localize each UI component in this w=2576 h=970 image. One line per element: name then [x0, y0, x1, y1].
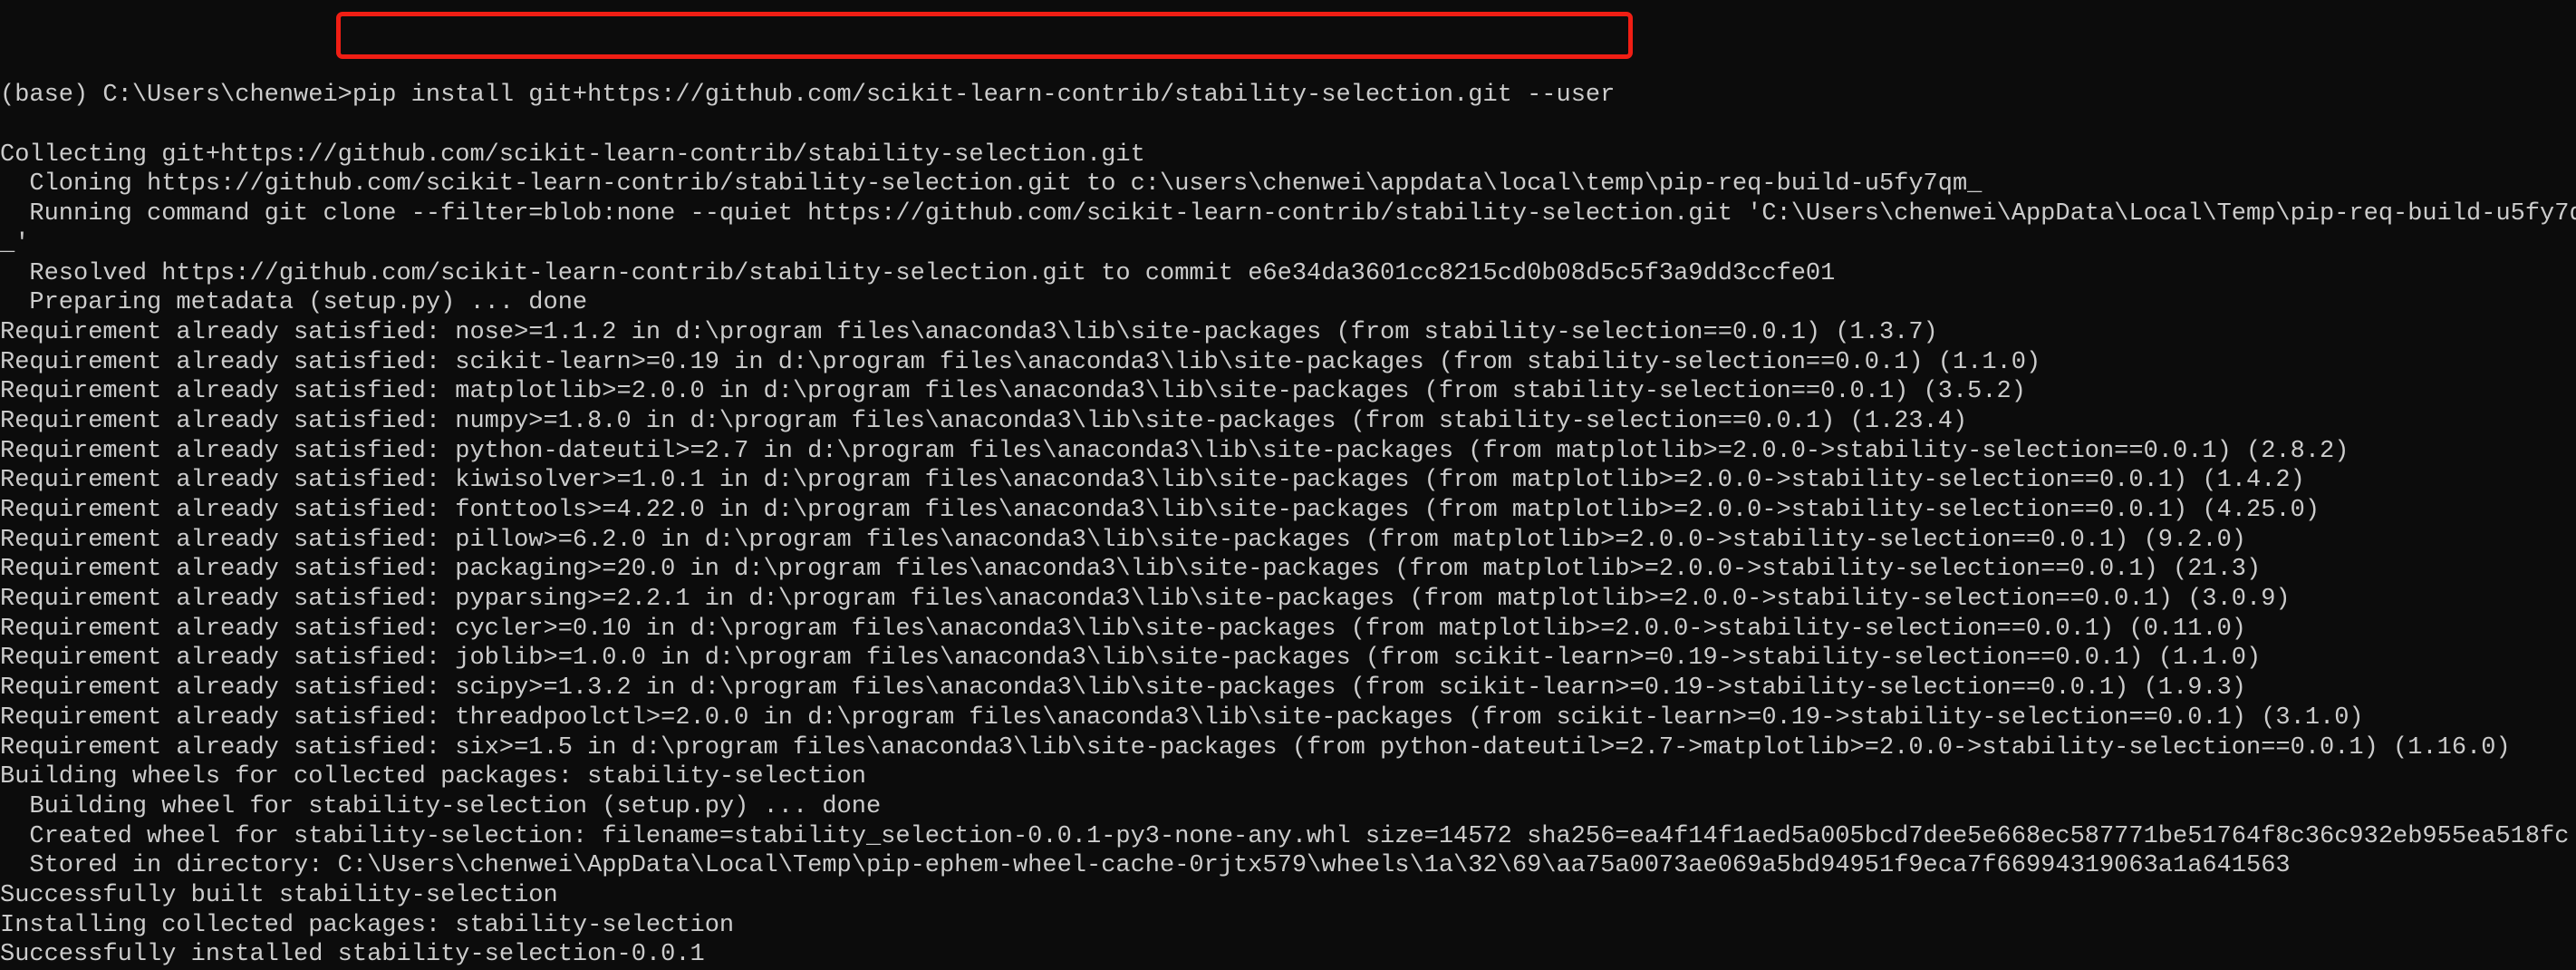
output-line: Requirement already satisfied: threadpoo…: [0, 703, 2364, 732]
output-line: Successfully installed stability-selecti…: [0, 941, 705, 969]
output-line: Stored in directory: C:\Users\chenwei\Ap…: [0, 852, 2291, 880]
output-line: Requirement already satisfied: matplotli…: [0, 378, 2026, 406]
command-text: pip install git+https://github.com/sciki…: [352, 82, 1616, 110]
output-line: Requirement already satisfied: joblib>=1…: [0, 645, 2262, 673]
output-line: Requirement already satisfied: six>=1.5 …: [0, 733, 2511, 761]
output-line: Requirement already satisfied: pyparsing…: [0, 586, 2291, 614]
output-line: Running command git clone --filter=blob:…: [0, 200, 2576, 228]
prompt-path: (base) C:\Users\chenwei>: [0, 82, 352, 110]
output-line: Building wheel for stability-selection (…: [0, 792, 882, 820]
output-line: Requirement already satisfied: kiwisolve…: [0, 467, 2305, 495]
output-line: Requirement already satisfied: nose>=1.1…: [0, 318, 1938, 346]
output-line: Requirement already satisfied: fonttools…: [0, 497, 2320, 525]
output-line: Created wheel for stability-selection: f…: [0, 822, 2570, 850]
prompt-line: (base) C:\Users\chenwei>pip install git+…: [0, 81, 2576, 111]
output-line: Requirement already satisfied: python-da…: [0, 437, 2349, 465]
output-line: Installing collected packages: stability…: [0, 911, 735, 939]
output-line: Requirement already satisfied: cycler>=0…: [0, 615, 2247, 643]
output-line: Preparing metadata (setup.py) ... done: [0, 289, 588, 317]
output-line: Requirement already satisfied: pillow>=6…: [0, 526, 2247, 554]
output-line: Requirement already satisfied: numpy>=1.…: [0, 407, 1968, 435]
output-line: Requirement already satisfied: packaging…: [0, 556, 2262, 584]
output-line: Resolved https://github.com/scikit-learn…: [0, 259, 1836, 287]
output-line: _': [0, 229, 30, 257]
output-line: Requirement already satisfied: scipy>=1.…: [0, 674, 2247, 703]
output-line: Collecting git+https://github.com/scikit…: [0, 141, 1145, 169]
output-line: Cloning https://github.com/scikit-learn-…: [0, 170, 1983, 199]
output-line: Requirement already satisfied: scikit-le…: [0, 348, 2041, 376]
terminal-output[interactable]: (base) C:\Users\chenwei>pip install git+…: [0, 22, 2576, 970]
output-line: Building wheels for collected packages: …: [0, 763, 866, 791]
